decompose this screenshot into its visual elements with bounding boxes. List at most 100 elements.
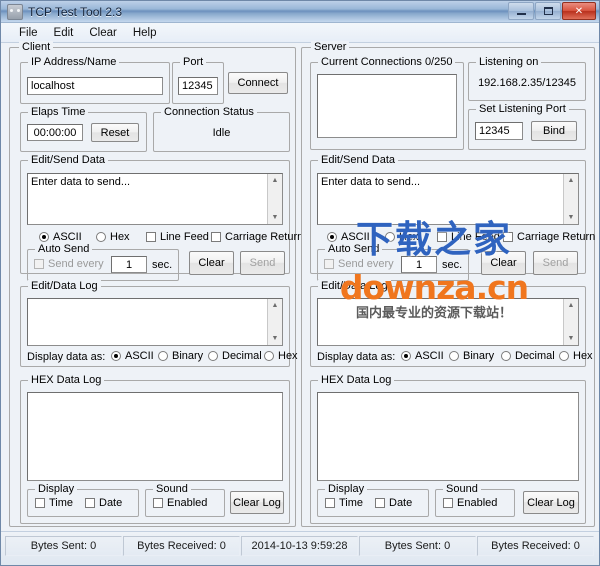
server-format-ascii-radio[interactable]: ASCII: [327, 231, 370, 243]
client-clear-log-button[interactable]: Clear Log: [230, 491, 284, 514]
scroll-down-icon[interactable]: ▼: [564, 211, 578, 224]
client-clear-button[interactable]: Clear: [189, 251, 234, 275]
checkbox-off-icon: [443, 498, 453, 508]
server-send-scrollbar[interactable]: ▲ ▼: [563, 174, 578, 224]
menu-item-clear[interactable]: Clear: [81, 25, 124, 41]
app-icon: [7, 3, 23, 20]
connection-status-group: Connection Status Idle: [153, 106, 290, 152]
minimize-icon: [516, 13, 526, 15]
server-line-feed-label: Line Feed: [451, 231, 500, 243]
server-data-log-textarea[interactable]: ▲ ▼: [317, 298, 579, 346]
server-display-hex-radio[interactable]: Hex: [559, 350, 593, 362]
client-panel: Client IP Address/Name localhost Port 12…: [9, 41, 303, 527]
client-display-ascii-radio[interactable]: ASCII: [111, 350, 154, 362]
client-display-hex-label: Hex: [278, 350, 298, 362]
client-carriage-return-checkbox[interactable]: Carriage Return: [211, 231, 303, 243]
server-send-every-label: Send every: [338, 258, 394, 270]
client-display-decimal-radio[interactable]: Decimal: [208, 350, 262, 362]
client-elaps-time-label: Elaps Time: [28, 106, 89, 118]
server-display-decimal-label: Decimal: [515, 350, 555, 362]
client-port-input[interactable]: 12345: [178, 77, 218, 95]
client-display-time-checkbox[interactable]: Time: [35, 497, 73, 509]
window-controls: ✕: [507, 2, 596, 20]
server-set-port-label: Set Listening Port: [476, 103, 569, 115]
client-auto-send-interval-input[interactable]: 1: [111, 256, 147, 273]
client-ip-input[interactable]: localhost: [27, 77, 163, 95]
client-send-textarea[interactable]: Enter data to send... ▲ ▼: [27, 173, 283, 225]
reset-button[interactable]: Reset: [91, 123, 139, 142]
server-send-textarea[interactable]: Enter data to send... ▲ ▼: [317, 173, 579, 225]
server-auto-send-checkbox[interactable]: Send every: [324, 258, 394, 270]
scroll-up-icon[interactable]: ▲: [564, 174, 578, 187]
client-data-log-textarea[interactable]: ▲ ▼: [27, 298, 283, 346]
server-display-time-checkbox[interactable]: Time: [325, 497, 363, 509]
server-display-ascii-radio[interactable]: ASCII: [401, 350, 444, 362]
status-server-bytes-sent: Bytes Sent: 0: [359, 535, 476, 556]
server-display-binary-label: Binary: [463, 350, 495, 362]
client-panel-title: Client: [19, 41, 54, 53]
server-display-binary-radio[interactable]: Binary: [449, 350, 494, 362]
maximize-button[interactable]: [535, 2, 561, 20]
server-display-as-label: Display data as:: [317, 351, 396, 363]
scroll-up-icon[interactable]: ▲: [268, 299, 282, 312]
client-format-hex-radio[interactable]: Hex: [96, 231, 130, 243]
client-data-log-scrollbar[interactable]: ▲ ▼: [267, 299, 282, 345]
connect-button[interactable]: Connect: [228, 72, 288, 94]
client-display-hex-radio[interactable]: Hex: [264, 350, 298, 362]
client-sound-group: Sound Enabled: [145, 483, 225, 517]
client-send-button[interactable]: Send: [240, 251, 285, 275]
server-line-feed-checkbox[interactable]: Line Feed: [437, 231, 500, 243]
server-display-date-checkbox[interactable]: Date: [375, 497, 412, 509]
client-port-group: Port 12345: [172, 56, 224, 104]
server-data-log-label: Edit/Data Log: [318, 280, 391, 292]
client-data-log-group: Edit/Data Log ▲ ▼ Display data as: ASCII…: [20, 280, 298, 367]
radio-off-icon: [449, 351, 459, 361]
client-hex-log-label: HEX Data Log: [28, 374, 105, 386]
server-connections-list[interactable]: [317, 74, 457, 138]
radio-off-icon: [158, 351, 168, 361]
client-hex-log-textarea[interactable]: [27, 392, 283, 481]
scroll-down-icon[interactable]: ▼: [268, 332, 282, 345]
server-display-hex-label: Hex: [573, 350, 593, 362]
client-auto-send-label: Auto Send: [35, 243, 93, 255]
server-clear-button[interactable]: Clear: [481, 251, 526, 275]
minimize-button[interactable]: [508, 2, 534, 20]
server-hex-log-label: HEX Data Log: [318, 374, 395, 386]
menu-item-edit[interactable]: Edit: [46, 25, 82, 41]
close-button[interactable]: ✕: [562, 2, 596, 20]
bind-button[interactable]: Bind: [531, 121, 577, 141]
server-carriage-return-checkbox[interactable]: Carriage Return: [503, 231, 595, 243]
server-sound-group: Sound Enabled: [435, 483, 515, 517]
checkbox-off-icon: [325, 498, 335, 508]
client-auto-send-checkbox[interactable]: Send every: [34, 258, 104, 270]
server-format-hex-radio[interactable]: Hex: [385, 231, 419, 243]
server-data-log-scrollbar[interactable]: ▲ ▼: [563, 299, 578, 345]
server-display-decimal-radio[interactable]: Decimal: [501, 350, 555, 362]
server-send-button[interactable]: Send: [533, 251, 578, 275]
title-bar: TCP Test Tool 2.3 ✕: [1, 1, 599, 23]
radio-off-icon: [96, 232, 106, 242]
client-display-binary-radio[interactable]: Binary: [158, 350, 203, 362]
menu-item-help[interactable]: Help: [125, 25, 165, 41]
scroll-up-icon[interactable]: ▲: [268, 174, 282, 187]
server-auto-send-interval-input[interactable]: 1: [401, 256, 437, 273]
client-line-feed-checkbox[interactable]: Line Feed: [146, 231, 209, 243]
server-clear-log-button[interactable]: Clear Log: [523, 491, 579, 514]
client-display-date-checkbox[interactable]: Date: [85, 497, 122, 509]
scroll-down-icon[interactable]: ▼: [564, 332, 578, 345]
server-sound-enabled-checkbox[interactable]: Enabled: [443, 497, 497, 509]
checkbox-off-icon: [211, 232, 221, 242]
server-port-input[interactable]: 12345: [475, 122, 523, 140]
client-send-scrollbar[interactable]: ▲ ▼: [267, 174, 282, 224]
menu-item-file[interactable]: File: [11, 25, 46, 41]
client-sound-enabled-checkbox[interactable]: Enabled: [153, 497, 207, 509]
server-set-port-group: Set Listening Port 12345 Bind: [468, 103, 586, 150]
client-format-ascii-radio[interactable]: ASCII: [39, 231, 82, 243]
scroll-down-icon[interactable]: ▼: [268, 211, 282, 224]
scroll-up-icon[interactable]: ▲: [564, 299, 578, 312]
server-send-data-group: Edit/Send Data Enter data to send... ▲ ▼…: [310, 154, 595, 281]
client-auto-send-group: Auto Send Send every 1 sec.: [27, 243, 179, 281]
server-hex-log-textarea[interactable]: [317, 392, 579, 481]
server-connections-label: Current Connections 0/250: [318, 56, 456, 68]
checkbox-off-icon: [503, 232, 513, 242]
